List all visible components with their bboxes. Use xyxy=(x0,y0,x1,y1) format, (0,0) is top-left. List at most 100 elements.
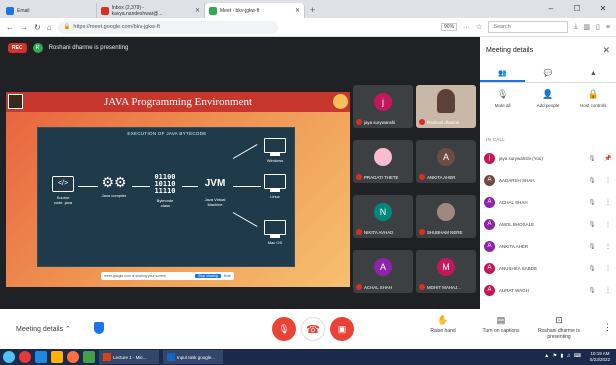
participant-tile[interactable]: SHUBHAM NERE xyxy=(416,195,476,238)
new-tab-button[interactable]: + xyxy=(305,3,320,18)
more-icon[interactable]: ··· xyxy=(463,24,470,31)
more-vert-icon[interactable]: ⋮ xyxy=(603,322,612,333)
more-vert-icon[interactable]: ⋮ xyxy=(602,177,614,184)
avatar: A xyxy=(484,263,495,274)
menu-icon[interactable]: ≡ xyxy=(606,24,610,31)
close-icon[interactable]: ✕ xyxy=(195,7,200,14)
participant-name: ACHAL SHAH xyxy=(364,284,392,290)
monitor-icon xyxy=(264,220,286,235)
share-bar-text: meet.google.com is sharing your screen xyxy=(104,274,167,278)
stop-sharing-button[interactable]: Stop sharing xyxy=(195,274,221,278)
home-icon[interactable]: ⌂ xyxy=(47,23,52,32)
monitor-stand xyxy=(270,153,280,156)
taskbar-clock[interactable]: 10:19 AM 5/23/2022 xyxy=(590,351,610,363)
meet-icon xyxy=(209,6,217,15)
mic-off-icon: 🎙 xyxy=(588,288,596,294)
add-people-button[interactable]: 👤 Add people xyxy=(529,89,567,108)
list-item[interactable]: A AMOL BHOSALE 🎙 ⋮ xyxy=(484,215,614,234)
raise-hand-button[interactable]: ✋ Raise hand xyxy=(418,315,468,334)
mic-off-icon xyxy=(356,119,362,125)
url-text: https://meet.google.com/bkv-jgkw-ft xyxy=(73,24,160,30)
system-tray[interactable]: ▲ ⚑ ▮ ♫ ⌨ xyxy=(544,353,582,359)
bytecode-diagram: EXECUTION OF JAVA BYTECODE </> Source co… xyxy=(37,127,295,267)
target-label: Mac OS xyxy=(267,240,283,245)
app-icon[interactable] xyxy=(83,351,95,363)
clock-date: 5/23/2022 xyxy=(589,357,610,362)
bookmark-star-icon[interactable]: ☆ xyxy=(476,23,482,31)
mic-off-icon: 🎙 xyxy=(588,222,596,228)
participant-tile[interactable]: PRAGATI THETE xyxy=(353,140,413,183)
screen-share-bar: meet.google.com is sharing your screen S… xyxy=(101,272,234,280)
more-vert-icon[interactable]: ⋮ xyxy=(602,287,614,294)
person-name: ANKITA AHER xyxy=(499,244,529,249)
presenting-button[interactable]: ⊡ Roshani dharme is presenting xyxy=(534,315,584,340)
tab-label: Inbox (2,379) - kavya.nandeshwar@... xyxy=(111,4,163,17)
mute-all-button[interactable]: 🎙 Mute all xyxy=(484,89,522,108)
list-item[interactable]: A AADARSH SHAH 🎙 ⋮ xyxy=(484,171,614,190)
browser-tab[interactable]: Inbox (2,379) - kavya.nandeshwar@... ✕ xyxy=(97,3,205,18)
file-explorer-icon[interactable] xyxy=(35,351,47,363)
maximize-button[interactable]: ☐ xyxy=(564,0,590,18)
taskbar-app[interactable]: Lecture 1 - Mic... xyxy=(99,350,159,364)
meeting-details-button[interactable]: Meeting details ⌃ xyxy=(16,325,71,333)
participant-name: MOHIT MAHAJ... xyxy=(427,284,461,290)
captions-button[interactable]: ▤ Turn on captions xyxy=(476,315,526,334)
forward-icon[interactable]: → xyxy=(20,23,28,32)
participant-tile[interactable]: M MOHIT MAHAJ... xyxy=(416,250,476,293)
list-item[interactable]: A ANKITA AHER 🎙 ⋮ xyxy=(484,237,614,256)
list-item[interactable]: A ACHAL SHAH 🎙 ⋮ xyxy=(484,193,614,212)
meeting-details-panel: Meeting details ✕ 👥 💬 ▲ 🎙 Mute all 👤 Add p… xyxy=(480,37,616,309)
avatar: N xyxy=(374,203,392,221)
avatar: A xyxy=(484,241,495,252)
meeting-details-label: Meeting details xyxy=(16,326,64,333)
more-vert-icon[interactable]: ⋮ xyxy=(602,243,614,250)
more-vert-icon[interactable]: ⋮ xyxy=(602,221,614,228)
sidebar-icon[interactable]: ▯ xyxy=(596,23,600,31)
start-button-icon[interactable] xyxy=(3,351,15,363)
list-item[interactable]: A ANUSHKA SABDE 🎙 ⋮ xyxy=(484,259,614,278)
address-bar[interactable]: 🔒 https://meet.google.com/bkv-jgkw-ft xyxy=(57,20,278,34)
hide-button[interactable]: Hide xyxy=(224,274,231,278)
back-icon[interactable]: ← xyxy=(6,23,14,32)
close-icon[interactable]: ✕ xyxy=(602,45,610,56)
more-vert-icon[interactable]: ⋮ xyxy=(602,199,614,206)
close-icon[interactable]: ✕ xyxy=(295,7,300,14)
shield-icon[interactable] xyxy=(94,322,104,334)
search-input[interactable]: Search xyxy=(488,21,569,33)
zoom-level[interactable]: 90% xyxy=(441,23,458,31)
list-item[interactable]: j jaya surywanshi (You) 🎙 📌 xyxy=(484,149,614,168)
pin-icon[interactable]: 📌 xyxy=(602,155,614,162)
captions-label: Turn on captions xyxy=(482,328,520,334)
arrow xyxy=(232,144,258,159)
participant-tile[interactable]: Roshani dharme xyxy=(416,85,476,128)
browser-tab-active[interactable]: Meet - bkv-jgkw-ft ✕ xyxy=(205,3,305,18)
participant-tile[interactable]: N NIKITA AVHAD xyxy=(353,195,413,238)
list-item[interactable]: A AURAT WAGH 🎙 ⋮ xyxy=(484,281,614,300)
browser-tab[interactable]: Email xyxy=(2,3,97,18)
tab-chat[interactable]: 💬 xyxy=(525,67,570,82)
participant-tile[interactable]: A ANKITA AHER xyxy=(416,140,476,183)
action-label: Add people xyxy=(536,103,560,108)
presenter-avatar: R xyxy=(32,43,43,53)
arrow xyxy=(132,186,150,187)
participant-tile[interactable]: A ACHAL SHAH xyxy=(353,250,413,293)
firefox-icon[interactable] xyxy=(67,351,79,363)
download-icon[interactable]: ⤓ xyxy=(574,23,577,31)
close-window-button[interactable]: ✕ xyxy=(590,0,616,18)
participant-tile[interactable]: j jaya surywanshi xyxy=(353,85,413,128)
minimize-button[interactable]: – xyxy=(538,0,564,18)
more-vert-icon[interactable]: ⋮ xyxy=(602,265,614,272)
opera-icon[interactable] xyxy=(19,351,31,363)
folder-icon[interactable] xyxy=(51,351,63,363)
library-icon[interactable]: ▥ xyxy=(583,23,590,31)
reload-icon[interactable]: ↻ xyxy=(34,23,41,32)
tab-activities[interactable]: ▲ xyxy=(571,67,616,82)
taskbar-app-label: Input task google... xyxy=(177,354,216,360)
taskbar-app[interactable]: Input task google... xyxy=(163,350,223,364)
leave-call-button[interactable]: ☎ xyxy=(301,317,325,341)
presenting-label: Roshani dharme is presenting xyxy=(538,328,580,340)
mic-toggle-button[interactable]: 🎙 xyxy=(272,317,296,341)
host-controls-button[interactable]: 🔒 Host controls xyxy=(574,89,612,108)
camera-toggle-button[interactable]: ▣ xyxy=(330,317,354,341)
tab-people[interactable]: 👥 xyxy=(480,67,526,82)
